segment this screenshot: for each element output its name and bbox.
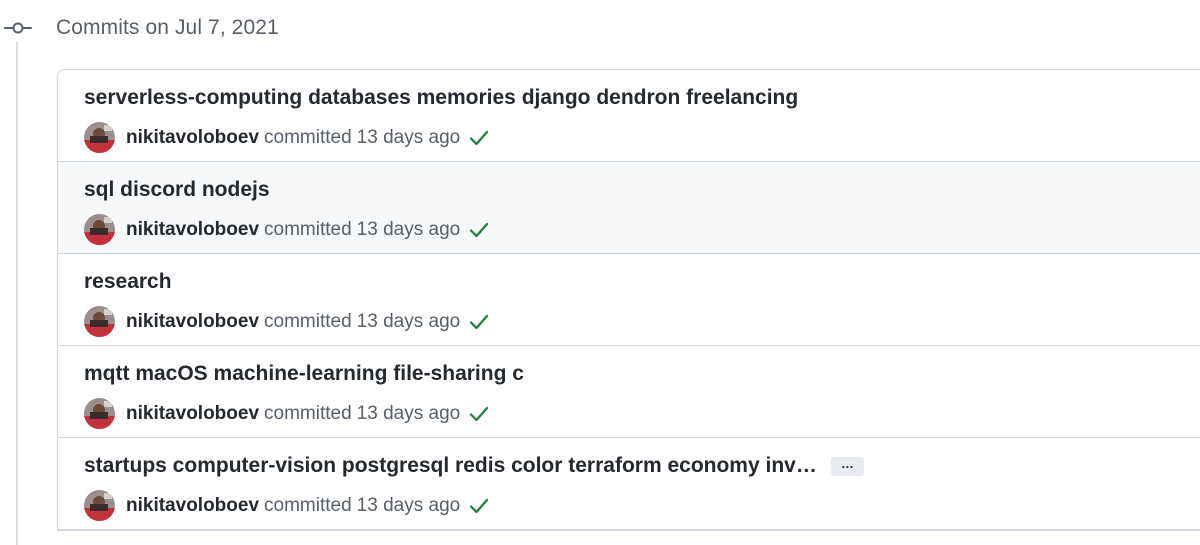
commit-relative-time: 13 days ago <box>356 126 461 148</box>
commit-row: sql discord nodejs nikitavoloboev commit… <box>58 162 1200 254</box>
commit-meta: nikitavoloboev committed 13 days ago <box>84 490 489 521</box>
commit-meta: nikitavoloboev committed 13 days ago <box>84 214 489 245</box>
commit-row: research nikitavoloboev committed 13 day… <box>58 254 1200 346</box>
commit-action-text: committed <box>264 494 352 516</box>
commit-list: serverless-computing databases memories … <box>57 69 1200 531</box>
commit-row: startups computer-vision postgresql redi… <box>58 438 1200 530</box>
git-commit-icon <box>1 11 35 45</box>
commit-title-line: sql discord nodejs <box>84 178 270 202</box>
check-icon[interactable] <box>469 222 489 238</box>
commit-action-text: committed <box>264 126 352 148</box>
commit-author-link[interactable]: nikitavoloboev <box>126 495 259 517</box>
timeline-line <box>16 42 18 545</box>
commit-meta: nikitavoloboev committed 13 days ago <box>84 306 489 337</box>
check-icon[interactable] <box>469 130 489 146</box>
timeline-header: Commits on Jul 7, 2021 <box>0 10 279 46</box>
commit-relative-time: 13 days ago <box>356 218 461 240</box>
commit-title-line: research <box>84 270 172 294</box>
commit-title-link[interactable]: mqtt macOS machine-learning file-sharing… <box>84 362 524 386</box>
commit-relative-time: 13 days ago <box>356 310 461 332</box>
avatar[interactable] <box>84 398 115 429</box>
commit-action-text: committed <box>264 218 352 240</box>
check-icon[interactable] <box>469 314 489 330</box>
commit-action-text: committed <box>264 402 352 424</box>
avatar[interactable] <box>84 306 115 337</box>
commit-meta: nikitavoloboev committed 13 days ago <box>84 122 489 153</box>
commit-title-line: startups computer-vision postgresql redi… <box>84 454 864 478</box>
commits-page: Commits on Jul 7, 2021 serverless-comput… <box>0 0 1200 545</box>
check-icon[interactable] <box>469 406 489 422</box>
commit-row: serverless-computing databases memories … <box>58 70 1200 162</box>
commit-author-link[interactable]: nikitavoloboev <box>126 311 259 333</box>
commit-relative-time: 13 days ago <box>356 402 461 424</box>
commit-title-line: serverless-computing databases memories … <box>84 86 798 110</box>
commit-meta: nikitavoloboev committed 13 days ago <box>84 398 489 429</box>
expand-message-button[interactable]: … <box>830 456 864 476</box>
commit-relative-time: 13 days ago <box>356 494 461 516</box>
commit-date-heading: Commits on Jul 7, 2021 <box>56 16 279 39</box>
commit-author-link[interactable]: nikitavoloboev <box>126 219 259 241</box>
commit-author-link[interactable]: nikitavoloboev <box>126 127 259 149</box>
commit-title-link[interactable]: startups computer-vision postgresql redi… <box>84 454 817 478</box>
commit-title-line: mqtt macOS machine-learning file-sharing… <box>84 362 524 386</box>
commit-author-link[interactable]: nikitavoloboev <box>126 403 259 425</box>
commit-title-link[interactable]: research <box>84 270 172 294</box>
avatar[interactable] <box>84 490 115 521</box>
commit-action-text: committed <box>264 310 352 332</box>
commit-row: mqtt macOS machine-learning file-sharing… <box>58 346 1200 438</box>
commit-title-link[interactable]: sql discord nodejs <box>84 178 270 202</box>
avatar[interactable] <box>84 214 115 245</box>
commit-title-link[interactable]: serverless-computing databases memories … <box>84 86 798 110</box>
check-icon[interactable] <box>469 498 489 514</box>
avatar[interactable] <box>84 122 115 153</box>
